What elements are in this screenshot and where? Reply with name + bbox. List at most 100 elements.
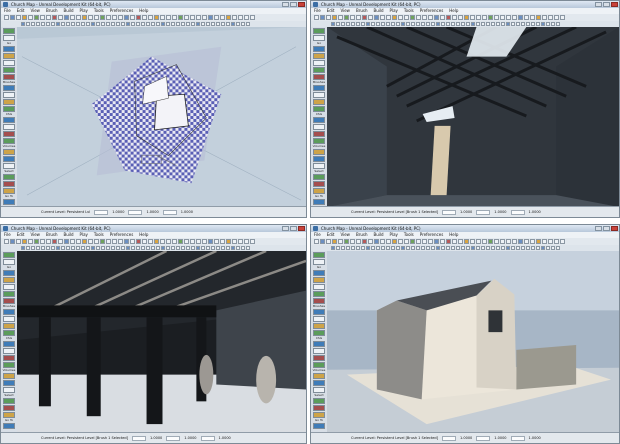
viewport-toolbar-button[interactable]	[331, 22, 335, 26]
viewport-toolbar-button[interactable]	[76, 246, 80, 250]
toolbar-button[interactable]	[398, 239, 403, 244]
toolbar-button[interactable]	[58, 239, 63, 244]
toolbar-button[interactable]	[548, 239, 553, 244]
tool-button[interactable]	[313, 67, 325, 73]
toolbar-button[interactable]	[410, 15, 415, 20]
viewport-toolbar-button[interactable]	[141, 22, 145, 26]
viewport-toolbar-button[interactable]	[541, 246, 545, 250]
toolbar-button[interactable]	[154, 239, 159, 244]
viewport-toolbar-button[interactable]	[101, 246, 105, 250]
viewport-toolbar-button[interactable]	[106, 246, 110, 250]
viewport-toolbar-button[interactable]	[51, 22, 55, 26]
toolbar-button[interactable]	[250, 239, 255, 244]
viewport-toolbar-button[interactable]	[416, 22, 420, 26]
viewport-toolbar-button[interactable]	[51, 246, 55, 250]
viewport-toolbar-button[interactable]	[461, 246, 465, 250]
tool-button[interactable]	[313, 284, 325, 290]
toolbar-button[interactable]	[58, 15, 63, 20]
viewport-toolbar-button[interactable]	[496, 246, 500, 250]
viewport-toolbar-button[interactable]	[426, 22, 430, 26]
toolbar-button[interactable]	[338, 15, 343, 20]
viewport-toolbar-button[interactable]	[206, 246, 210, 250]
viewport-toolbar-button[interactable]	[116, 22, 120, 26]
viewport-toolbar-button[interactable]	[201, 22, 205, 26]
toolbar-button[interactable]	[34, 239, 39, 244]
toolbar-button[interactable]	[40, 15, 45, 20]
tool-button[interactable]	[3, 131, 15, 137]
toolbar-button[interactable]	[452, 15, 457, 20]
tool-button[interactable]	[3, 348, 15, 354]
viewport-toolbar-button[interactable]	[186, 246, 190, 250]
viewport-toolbar-button[interactable]	[441, 22, 445, 26]
viewport-toolbar-button[interactable]	[161, 22, 165, 26]
viewport-toolbar-button[interactable]	[531, 246, 535, 250]
tool-button[interactable]	[313, 174, 325, 180]
viewport-toolbar-button[interactable]	[191, 22, 195, 26]
viewport-toolbar-button[interactable]	[361, 22, 365, 26]
toolbar-button[interactable]	[16, 15, 21, 20]
close-button[interactable]	[611, 2, 618, 7]
viewport-toolbar-button[interactable]	[406, 22, 410, 26]
status-field[interactable]	[476, 435, 491, 441]
toolbar-button[interactable]	[160, 239, 165, 244]
toolbar-button[interactable]	[124, 15, 129, 20]
toolbar-button[interactable]	[350, 239, 355, 244]
tool-button[interactable]	[3, 380, 15, 386]
toolbar-button[interactable]	[166, 239, 171, 244]
toolbar-button[interactable]	[446, 15, 451, 20]
toolbar-button[interactable]	[542, 15, 547, 20]
viewport-toolbar-button[interactable]	[451, 246, 455, 250]
viewport-toolbar-button[interactable]	[506, 22, 510, 26]
toolbar-button[interactable]	[518, 239, 523, 244]
viewport-toolbar-button[interactable]	[406, 246, 410, 250]
viewport-toolbar-button[interactable]	[171, 22, 175, 26]
tool-button[interactable]	[3, 373, 15, 379]
viewport-toolbar-button[interactable]	[551, 22, 555, 26]
viewport-toolbar-button[interactable]	[111, 246, 115, 250]
toolbar-button[interactable]	[202, 239, 207, 244]
toolbar-button[interactable]	[332, 239, 337, 244]
toolbar-button[interactable]	[124, 239, 129, 244]
viewport-toolbar-button[interactable]	[516, 246, 520, 250]
viewport-toolbar-button[interactable]	[46, 22, 50, 26]
toolbar-button[interactable]	[488, 239, 493, 244]
viewport-toolbar-button[interactable]	[151, 22, 155, 26]
toolbar-button[interactable]	[208, 239, 213, 244]
status-field[interactable]	[476, 209, 491, 215]
toolbar-button[interactable]	[398, 15, 403, 20]
toolbar-button[interactable]	[530, 239, 535, 244]
viewport-toolbar-button[interactable]	[226, 22, 230, 26]
viewport-toolbar-button[interactable]	[176, 246, 180, 250]
toolbar-button[interactable]	[70, 239, 75, 244]
tool-button[interactable]	[3, 398, 15, 404]
toolbar-button[interactable]	[536, 239, 541, 244]
minimize-button[interactable]	[595, 2, 602, 7]
toolbar-button[interactable]	[554, 239, 559, 244]
viewport-toolbar-button[interactable]	[481, 22, 485, 26]
viewport-toolbar-button[interactable]	[476, 22, 480, 26]
toolbar-button[interactable]	[434, 239, 439, 244]
viewport-toolbar-button[interactable]	[86, 246, 90, 250]
toolbar-button[interactable]	[220, 15, 225, 20]
viewport-toolbar-button[interactable]	[421, 22, 425, 26]
viewport-toolbar-button[interactable]	[181, 246, 185, 250]
viewport-toolbar-button[interactable]	[221, 246, 225, 250]
toolbar-button[interactable]	[130, 239, 135, 244]
toolbar-button[interactable]	[548, 15, 553, 20]
toolbar-button[interactable]	[166, 15, 171, 20]
viewport-toolbar-button[interactable]	[66, 246, 70, 250]
viewport-toolbar-button[interactable]	[191, 246, 195, 250]
viewport-toolbar-button[interactable]	[531, 22, 535, 26]
tool-button[interactable]	[3, 252, 15, 258]
viewport-toolbar-button[interactable]	[331, 246, 335, 250]
tool-button[interactable]	[3, 60, 15, 66]
toolbar-button[interactable]	[214, 239, 219, 244]
toolbar-button[interactable]	[226, 15, 231, 20]
tool-button[interactable]	[313, 149, 325, 155]
toolbar-button[interactable]	[332, 15, 337, 20]
tool-button[interactable]	[313, 199, 325, 205]
toolbar-button[interactable]	[238, 15, 243, 20]
toolbar-button[interactable]	[52, 239, 57, 244]
viewport-toolbar-button[interactable]	[356, 22, 360, 26]
tool-button[interactable]	[3, 99, 15, 105]
